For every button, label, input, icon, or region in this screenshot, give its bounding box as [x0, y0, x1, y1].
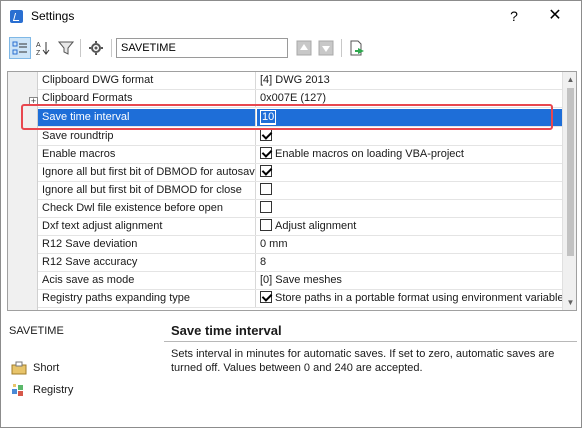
sort-az-button[interactable]: A Z — [32, 37, 54, 59]
description-title: Save time interval — [171, 323, 282, 338]
short-icon — [11, 361, 27, 375]
search-input[interactable] — [116, 38, 288, 58]
window-title: Settings — [31, 9, 75, 23]
sort-az-icon: A Z — [36, 42, 50, 56]
property-value[interactable]: Adjust alignment — [257, 218, 562, 235]
property-name: Enable macros — [38, 146, 256, 163]
property-value[interactable]: Store paths in a portable format using e… — [257, 290, 562, 307]
toolbar-separator — [111, 39, 112, 57]
categorized-icon — [12, 41, 27, 55]
description-divider — [164, 341, 577, 342]
row-r12-save-deviation[interactable]: R12 Save deviation 0 mm — [38, 236, 562, 254]
property-name: Save roundtrip — [38, 128, 256, 145]
row-r12-save-accuracy[interactable]: R12 Save accuracy 8 — [38, 254, 562, 272]
export-button[interactable] — [346, 37, 368, 59]
highlight-annotation — [21, 104, 553, 130]
previous-result-button[interactable] — [293, 37, 315, 59]
scroll-down-icon[interactable]: ▼ — [566, 298, 575, 307]
check-dwl-file-checkbox[interactable] — [260, 201, 272, 213]
property-name: Ignore all but first bit of DBMOD for au… — [38, 164, 256, 181]
arrow-up-icon — [296, 40, 312, 56]
property-value[interactable]: 0 mm — [257, 236, 562, 253]
property-name: Ignore all but first bit of DBMOD for cl… — [38, 182, 256, 199]
row-clipboard-dwg-format[interactable]: Clipboard DWG format [4] DWG 2013 — [38, 72, 562, 90]
row-ignore-dbmod-autosave[interactable]: Ignore all but first bit of DBMOD for au… — [38, 164, 562, 182]
close-button[interactable]: ✕ — [541, 5, 569, 27]
registry-link[interactable]: Registry — [11, 382, 73, 398]
arrow-down-icon — [318, 40, 334, 56]
enable-macros-checkbox[interactable] — [260, 147, 272, 159]
property-value[interactable]: [0] Save meshes — [257, 272, 562, 289]
property-value-text: Adjust alignment — [275, 220, 357, 232]
scrollbar-thumb[interactable] — [567, 88, 574, 256]
registry-paths-checkbox[interactable] — [260, 291, 272, 303]
vertical-scrollbar[interactable]: ▲ ▼ — [562, 72, 576, 310]
toolbar: A Z — [1, 31, 581, 65]
row-ignore-dbmod-close[interactable]: Ignore all but first bit of DBMOD for cl… — [38, 182, 562, 200]
property-value[interactable] — [257, 128, 562, 145]
row-acis-save-mode[interactable]: Acis save as mode [0] Save meshes — [38, 272, 562, 290]
property-value[interactable] — [257, 182, 562, 199]
categorized-view-button[interactable] — [9, 37, 31, 59]
description-text: Sets interval in minutes for automatic s… — [171, 348, 555, 374]
property-name: Registry paths expanding type — [38, 290, 256, 307]
property-value[interactable]: Enable macros on loading VBA-project — [257, 146, 562, 163]
toolbar-separator — [341, 39, 342, 57]
property-name: R12 Save accuracy — [38, 254, 256, 271]
svg-text:A: A — [36, 42, 41, 49]
property-value[interactable]: 8 — [257, 254, 562, 271]
adjust-alignment-checkbox[interactable] — [260, 219, 272, 231]
property-name: Dxf text adjust alignment — [38, 218, 256, 235]
property-name: R12 Save deviation — [38, 236, 256, 253]
filter-icon — [58, 41, 74, 55]
short-link[interactable]: Short — [11, 360, 59, 376]
ignore-dbmod-close-checkbox[interactable] — [260, 183, 272, 195]
filter-button[interactable] — [55, 37, 77, 59]
property-name: Acis save as mode — [38, 272, 256, 289]
property-value[interactable] — [257, 164, 562, 181]
property-name: Check Dwl file existence before open — [38, 200, 256, 217]
row-registry-paths[interactable]: Registry paths expanding type Store path… — [38, 290, 562, 308]
row-check-dwl-file[interactable]: Check Dwl file existence before open — [38, 200, 562, 218]
row-save-roundtrip[interactable]: Save roundtrip — [38, 128, 562, 146]
export-icon — [350, 40, 364, 56]
row-enable-macros[interactable]: Enable macros Enable macros on loading V… — [38, 146, 562, 164]
registry-icon — [12, 384, 23, 396]
app-icon — [10, 10, 23, 23]
short-link-label[interactable]: Short — [33, 362, 59, 374]
variable-name-label: SAVETIME — [9, 325, 64, 337]
settings-tree-button[interactable] — [85, 37, 107, 59]
row-dxf-text-adjust[interactable]: Dxf text adjust alignment Adjust alignme… — [38, 218, 562, 236]
property-value[interactable]: [4] DWG 2013 — [257, 72, 562, 89]
gear-icon — [89, 41, 103, 55]
next-result-button[interactable] — [315, 37, 337, 59]
property-value[interactable] — [257, 200, 562, 217]
svg-text:Z: Z — [36, 50, 41, 56]
property-name: Clipboard DWG format — [38, 72, 256, 89]
settings-window: Settings ? ✕ A Z SAVETIME + Clipboard DW… — [0, 0, 582, 428]
title-bar: Settings ? ✕ — [1, 1, 581, 31]
help-button[interactable]: ? — [502, 5, 526, 27]
scroll-up-icon[interactable]: ▲ — [566, 75, 575, 84]
registry-link-label[interactable]: Registry — [33, 384, 73, 396]
property-value-text: Enable macros on loading VBA-project — [275, 148, 464, 160]
save-roundtrip-checkbox[interactable] — [260, 129, 272, 141]
property-value-text: Store paths in a portable format using e… — [275, 292, 562, 304]
ignore-dbmod-autosave-checkbox[interactable] — [260, 165, 272, 177]
toolbar-separator — [80, 39, 81, 57]
